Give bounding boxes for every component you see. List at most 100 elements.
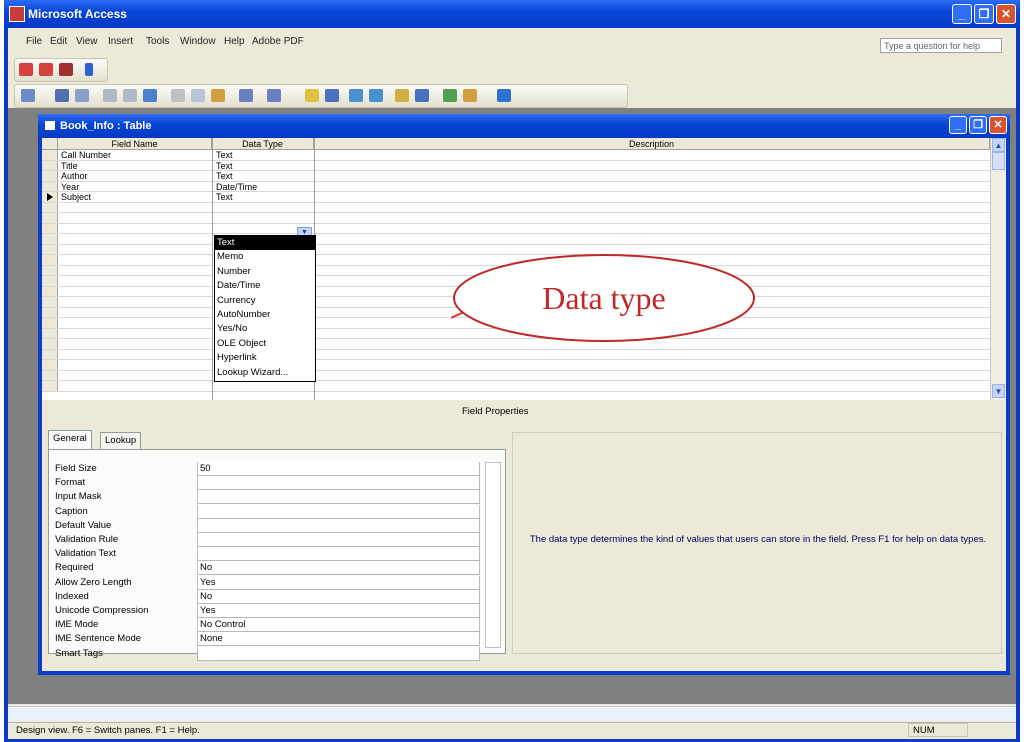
menu-help[interactable]: Help [224,36,245,47]
menu-view[interactable]: View [76,36,98,47]
property-scrollbar[interactable] [485,462,501,648]
property-value[interactable] [197,490,480,505]
dropdown-option[interactable]: OLE Object [215,337,315,351]
row-selector[interactable] [42,360,58,370]
table-row[interactable] [42,360,990,371]
table-row[interactable] [42,381,990,392]
menu-adobe-pdf[interactable]: Adobe PDF [252,36,304,47]
pdf-email-icon[interactable] [39,63,53,76]
property-value[interactable]: 50 [197,462,480,476]
row-selector[interactable] [42,286,58,296]
menu-edit[interactable]: Edit [50,36,67,47]
field-name-cell[interactable]: Subject [61,192,91,202]
row-selector[interactable] [42,255,58,265]
menu-window[interactable]: Window [180,36,216,47]
dropdown-option[interactable]: Number [215,265,315,279]
data-type-cell[interactable]: Text [216,171,233,181]
property-value[interactable]: No Control [197,618,480,633]
grid-vertical-scrollbar[interactable]: ▲ ▼ [990,138,1006,400]
row-selector[interactable] [42,171,58,181]
table-row[interactable] [42,234,990,245]
table-row[interactable] [42,213,990,224]
redo-icon[interactable] [267,89,281,102]
row-selector[interactable] [42,307,58,317]
ask-question-input[interactable]: Type a question for help [880,38,1002,53]
build-icon[interactable] [415,89,429,102]
primary-key-icon[interactable] [305,89,319,102]
table-row[interactable] [42,370,990,381]
tab-general[interactable]: General [48,430,92,449]
dropdown-option[interactable]: Memo [215,250,315,264]
field-name-cell[interactable]: Title [61,161,78,171]
child-close-button[interactable]: ✕ [989,116,1007,134]
menu-tools[interactable]: Tools [146,36,169,47]
close-button[interactable]: ✕ [996,4,1016,24]
table-row[interactable]: Subject Text [42,192,990,203]
row-selector[interactable] [42,328,58,338]
col-description[interactable]: Description [314,138,990,150]
table-row[interactable]: Title Text [42,160,990,171]
row-selector[interactable] [42,297,58,307]
property-value[interactable]: Yes [197,575,480,590]
row-selector[interactable] [42,381,58,391]
horizontal-scrollbar[interactable] [8,706,1016,721]
property-value[interactable] [197,476,480,491]
menu-file[interactable]: File [26,36,42,47]
property-value[interactable] [197,504,480,519]
row-selector[interactable] [42,202,58,212]
property-value[interactable]: Yes [197,604,480,618]
table-row[interactable] [42,349,990,360]
minimize-button[interactable]: _ [952,4,972,24]
toolbar-options-icon[interactable] [85,63,93,76]
help-icon[interactable] [497,89,511,102]
field-name-cell[interactable]: Author [61,171,88,181]
indexes-icon[interactable] [325,89,339,102]
row-selector[interactable] [42,160,58,170]
data-type-cell[interactable]: Text [216,150,233,160]
property-value[interactable]: None [197,632,480,647]
dropdown-option[interactable]: Lookup Wizard... [215,366,315,380]
print-icon[interactable] [103,89,117,102]
table-row[interactable] [42,202,990,213]
field-name-cell[interactable]: Year [61,182,79,192]
child-minimize-button[interactable]: _ [949,116,967,134]
new-object-icon[interactable] [463,89,477,102]
undo-icon[interactable] [239,89,253,102]
data-type-cell[interactable]: Text [216,161,233,171]
row-selector[interactable] [42,339,58,349]
row-selector[interactable] [42,370,58,380]
row-selector[interactable] [42,150,58,160]
table-window-titlebar[interactable]: Book_Info : Table _ ❐ ✕ [38,114,1010,138]
delete-rows-icon[interactable] [369,89,383,102]
save-icon[interactable] [55,89,69,102]
property-value[interactable] [197,533,480,547]
data-type-cell[interactable]: Text [216,192,233,202]
row-selector[interactable] [42,213,58,223]
col-data-type[interactable]: Data Type [212,138,314,150]
scroll-up-icon[interactable]: ▲ [992,138,1005,152]
child-restore-button[interactable]: ❐ [969,116,987,134]
scroll-down-icon[interactable]: ▼ [992,384,1005,398]
property-value[interactable]: No [197,561,480,576]
dropdown-option[interactable]: Hyperlink [215,351,315,365]
table-row[interactable]: Call Number Text [42,150,990,161]
row-selector[interactable] [42,318,58,328]
row-selector[interactable] [42,223,58,233]
table-row[interactable] [42,223,990,234]
restore-button[interactable]: ❐ [974,4,994,24]
dropdown-option[interactable]: Yes/No [215,322,315,336]
properties-icon[interactable] [395,89,409,102]
dropdown-option[interactable]: AutoNumber [215,308,315,322]
dropdown-option[interactable]: Currency [215,294,315,308]
data-type-cell[interactable]: Date/Time [216,182,257,192]
pdf-review-icon[interactable] [59,63,73,76]
row-selector[interactable] [42,244,58,254]
row-selector[interactable] [42,349,58,359]
col-field-name[interactable]: Field Name [58,138,212,150]
scroll-thumb[interactable] [992,152,1005,170]
row-selector[interactable] [42,234,58,244]
cut-icon[interactable] [171,89,185,102]
table-row[interactable]: Year Date/Time [42,181,990,192]
property-value[interactable] [197,518,480,533]
app-titlebar[interactable]: Microsoft Access _ ❐ ✕ [4,0,1020,28]
